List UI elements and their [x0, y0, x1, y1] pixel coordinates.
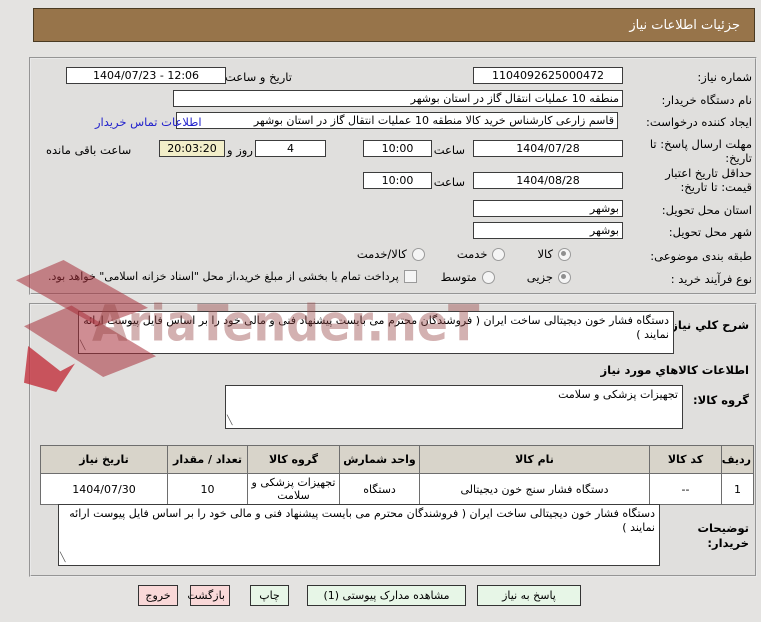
reply-to-need-button[interactable]: پاسخ به نیاز — [477, 585, 581, 606]
col-quantity: تعداد / مقدار — [167, 445, 248, 474]
print-button[interactable]: چاپ — [250, 585, 289, 606]
need-number-label: شماره نیاز: — [697, 70, 752, 84]
back-button[interactable]: بازگشت — [187, 585, 230, 606]
category-option-goods[interactable]: کالا — [537, 247, 571, 261]
need-desc-label: شرح کلي نیاز: — [666, 318, 749, 332]
time-left-suffix-label: ساعت باقی مانده — [46, 143, 132, 157]
requester-label: ایجاد کننده درخواست: — [646, 115, 752, 129]
reply-deadline-time-field[interactable]: 10:00 — [363, 140, 432, 157]
treasury-payment-label: پرداخت تمام یا بخشی از مبلغ خرید،از محل … — [48, 270, 399, 283]
price-validity-time-label: ساعت — [433, 175, 465, 189]
time-left-field[interactable]: 20:03:20 — [159, 140, 225, 157]
cell-quantity: 10 — [167, 473, 248, 505]
reply-deadline-label-2: تاریخ: — [725, 151, 752, 165]
process-label: نوع فرآیند خرید : — [670, 272, 752, 286]
reply-deadline-time-label: ساعت — [433, 143, 465, 157]
buyer-org-field[interactable]: منطقه 10 عملیات انتقال گاز در استان بوشه… — [173, 90, 623, 107]
radio-icon[interactable] — [492, 247, 506, 261]
category-option-goods-service-label: کالا/خدمت — [356, 247, 407, 261]
days-left-field[interactable]: 4 — [255, 140, 326, 157]
category-options: کالا خدمت کالا/خدمت — [331, 247, 571, 261]
price-validity-label-2: قیمت: تا تاریخ: — [680, 180, 752, 194]
exit-button[interactable]: خروج — [138, 585, 178, 606]
category-option-service-label: خدمت — [456, 247, 488, 261]
goods-table-row: 1 -- دستگاه فشار سنج خون دیجیتالی دستگاه… — [40, 473, 754, 505]
cell-count-unit: دستگاه — [339, 473, 420, 505]
process-option-medium[interactable]: متوسط — [441, 270, 495, 284]
process-options: جزیی متوسط — [415, 270, 571, 284]
need-number-field[interactable]: 1104092625000472 — [473, 67, 623, 84]
price-validity-time-field[interactable]: 10:00 — [363, 172, 432, 189]
province-field[interactable]: بوشهر — [473, 200, 623, 217]
days-sep-label: روز و — [227, 143, 253, 157]
city-label: شهر محل تحویل: — [668, 225, 752, 239]
col-row-index: ردیف — [721, 445, 754, 474]
need-details-page: جزئیات اطلاعات نیاز شماره نیاز: 11040926… — [0, 0, 761, 622]
buyer-contact-link[interactable]: اطلاعات تماس خریدار — [95, 115, 202, 129]
process-option-minor[interactable]: جزیی — [527, 270, 571, 284]
category-option-service[interactable]: خدمت — [457, 247, 506, 261]
radio-selected-icon[interactable] — [558, 270, 571, 284]
col-goods-name: نام کالا — [419, 445, 650, 474]
buyer-org-label: نام دستگاه خریدار: — [661, 93, 752, 107]
goods-group-label: گروه کالا: — [693, 393, 749, 407]
cell-row-index: 1 — [721, 473, 754, 505]
goods-section-title: اطلاعات کالاهاي مورد نیاز — [600, 363, 749, 377]
province-label: استان محل تحویل: — [661, 203, 752, 217]
radio-selected-icon[interactable] — [558, 247, 571, 261]
treasury-payment-checkbox-wrap[interactable]: پرداخت تمام یا بخشی از مبلغ خرید،از محل … — [48, 270, 417, 283]
buyer-notes-label-1: توضیحات — [697, 521, 750, 535]
process-option-medium-label: متوسط — [440, 270, 477, 284]
cell-goods-code: -- — [649, 473, 722, 505]
process-option-minor-label: جزیی — [526, 270, 553, 284]
radio-icon[interactable] — [411, 247, 425, 261]
col-goods-code: کد کالا — [649, 445, 722, 474]
reply-deadline-label-1: مهلت ارسال پاسخ: تا — [649, 137, 752, 151]
need-desc-textarea[interactable]: دستگاه فشار خون دیجیتالی ساخت ایران ( فر… — [78, 311, 674, 354]
goods-group-textarea[interactable]: تجهیزات پزشکی و سلامت — [225, 385, 683, 429]
price-validity-label-1: حداقل تاریخ اعتبار — [665, 166, 752, 180]
requester-field[interactable]: قاسم زارعی کارشناس خرید کالا منطقه 10 عم… — [176, 112, 618, 129]
goods-table-header-row: ردیف کد کالا نام کالا واحد شمارش گروه کا… — [40, 445, 754, 474]
city-field[interactable]: بوشهر — [473, 222, 623, 239]
page-title: جزئیات اطلاعات نیاز — [33, 8, 755, 42]
buyer-notes-label-2: خریدار: — [707, 536, 749, 550]
col-count-unit: واحد شمارش — [339, 445, 420, 474]
col-goods-group: گروه کالا — [247, 445, 340, 474]
category-option-goods-label: کالا — [537, 247, 553, 261]
price-validity-date-field[interactable]: 1404/08/28 — [473, 172, 623, 189]
reply-deadline-date-field[interactable]: 1404/07/28 — [473, 140, 623, 157]
cell-goods-name: دستگاه فشار سنج خون دیجیتالی — [419, 473, 650, 505]
announce-datetime-field[interactable]: 1404/07/23 - 12:06 — [66, 67, 226, 84]
category-option-goods-service[interactable]: کالا/خدمت — [357, 247, 425, 261]
buyer-notes-textarea[interactable]: دستگاه فشار خون دیجیتالی ساخت ایران ( فر… — [58, 504, 660, 566]
treasury-payment-option: پرداخت تمام یا بخشی از مبلغ خرید،از محل … — [48, 270, 417, 283]
radio-icon[interactable] — [481, 270, 495, 284]
view-attached-docs-button[interactable]: مشاهده مدارک پیوستی (1) — [307, 585, 466, 606]
cell-goods-group: تجهیزات پزشکی و سلامت — [247, 473, 340, 505]
cell-need-date: 1404/07/30 — [40, 473, 168, 505]
category-label: طبقه بندی موضوعی: — [650, 249, 752, 263]
checkbox-icon[interactable] — [403, 270, 417, 283]
col-need-date: تاریخ نیاز — [40, 445, 168, 474]
goods-table: ردیف کد کالا نام کالا واحد شمارش گروه کا… — [40, 445, 754, 505]
